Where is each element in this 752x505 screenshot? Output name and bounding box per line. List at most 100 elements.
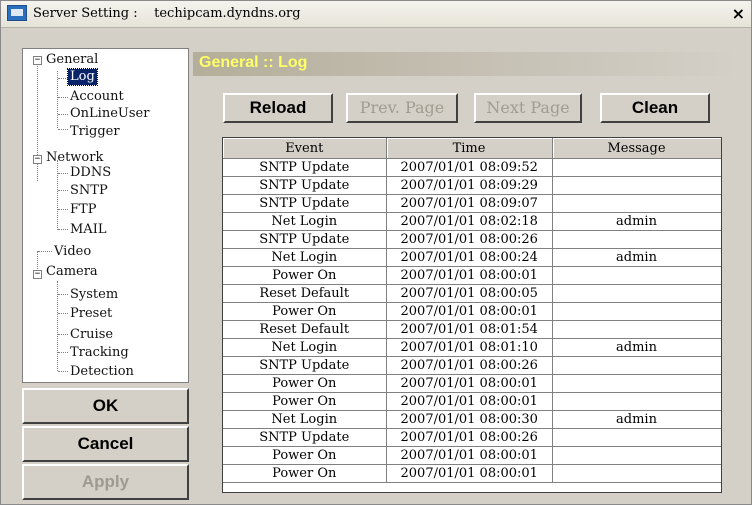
collapse-network-icon[interactable]: − bbox=[33, 155, 42, 164]
tree-item-system[interactable]: System bbox=[70, 287, 118, 303]
time-cell: 2007/01/01 08:09:52 bbox=[386, 158, 553, 177]
message-cell bbox=[552, 320, 721, 339]
message-cell bbox=[552, 464, 721, 483]
message-cell bbox=[552, 266, 721, 285]
tree-item-cruise[interactable]: Cruise bbox=[70, 327, 113, 343]
tree-item-sntp[interactable]: SNTP bbox=[70, 183, 108, 199]
message-cell bbox=[552, 176, 721, 195]
table-row[interactable]: Net Login 2007/01/01 08:00:24 admin bbox=[223, 248, 721, 267]
window-title: Server Setting : techipcam.dyndns.org bbox=[33, 6, 301, 21]
time-cell: 2007/01/01 08:00:05 bbox=[386, 284, 553, 303]
message-cell bbox=[552, 428, 721, 447]
message-cell: admin bbox=[552, 338, 721, 357]
table-row[interactable]: Net Login 2007/01/01 08:00:30 admin bbox=[223, 410, 721, 429]
event-cell: SNTP Update bbox=[223, 176, 387, 195]
clean-button[interactable]: Clean bbox=[600, 93, 710, 123]
collapse-general-icon[interactable]: − bbox=[33, 56, 42, 65]
event-cell: SNTP Update bbox=[223, 230, 387, 249]
monitor-icon bbox=[7, 5, 27, 21]
table-row[interactable]: Power On 2007/01/01 08:00:01 bbox=[223, 392, 721, 411]
title-bar[interactable]: Server Setting : techipcam.dyndns.org × bbox=[1, 1, 751, 28]
table-row[interactable]: SNTP Update 2007/01/01 08:09:52 bbox=[223, 158, 721, 177]
event-cell: SNTP Update bbox=[223, 428, 387, 447]
tree-item-account[interactable]: Account bbox=[70, 89, 124, 105]
tree-item-network[interactable]: Network bbox=[46, 150, 103, 166]
cancel-button[interactable]: Cancel bbox=[22, 426, 189, 462]
tree-item-camera[interactable]: Camera bbox=[46, 264, 98, 280]
table-row[interactable]: Power On 2007/01/01 08:00:01 bbox=[223, 446, 721, 465]
event-cell: SNTP Update bbox=[223, 194, 387, 213]
tree-item-ddns[interactable]: DDNS bbox=[70, 165, 111, 181]
event-cell: Reset Default bbox=[223, 284, 387, 303]
tree-item-preset[interactable]: Preset bbox=[70, 306, 112, 322]
tree-item-video[interactable]: Video bbox=[54, 244, 91, 260]
table-row[interactable]: Power On 2007/01/01 08:00:01 bbox=[223, 266, 721, 285]
event-cell: Power On bbox=[223, 392, 387, 411]
table-row[interactable]: Net Login 2007/01/01 08:02:18 admin bbox=[223, 212, 721, 231]
event-cell: Power On bbox=[223, 266, 387, 285]
table-row[interactable]: Power On 2007/01/01 08:00:01 bbox=[223, 464, 721, 483]
time-cell: 2007/01/01 08:00:01 bbox=[386, 392, 553, 411]
message-cell bbox=[552, 230, 721, 249]
table-row[interactable]: Power On 2007/01/01 08:00:01 bbox=[223, 374, 721, 393]
event-cell: Net Login bbox=[223, 212, 387, 231]
prev-page-button[interactable]: Prev. Page bbox=[346, 93, 458, 123]
event-cell: Power On bbox=[223, 302, 387, 321]
tree-item-onlineuser[interactable]: OnLineUser bbox=[70, 106, 149, 122]
ok-button[interactable]: OK bbox=[22, 388, 189, 424]
event-cell: SNTP Update bbox=[223, 158, 387, 177]
reload-button[interactable]: Reload bbox=[223, 93, 333, 123]
table-row[interactable]: Power On 2007/01/01 08:00:01 bbox=[223, 302, 721, 321]
table-row[interactable]: SNTP Update 2007/01/01 08:00:26 bbox=[223, 356, 721, 375]
collapse-camera-icon[interactable]: − bbox=[33, 270, 42, 279]
event-cell: Net Login bbox=[223, 248, 387, 267]
time-cell: 2007/01/01 08:01:54 bbox=[386, 320, 553, 339]
event-cell: Reset Default bbox=[223, 320, 387, 339]
column-header-message[interactable]: Message bbox=[552, 138, 721, 159]
table-row[interactable]: SNTP Update 2007/01/01 08:00:26 bbox=[223, 428, 721, 447]
event-cell: Net Login bbox=[223, 338, 387, 357]
time-cell: 2007/01/01 08:01:10 bbox=[386, 338, 553, 357]
tree-item-ftp[interactable]: FTP bbox=[70, 202, 96, 218]
time-cell: 2007/01/01 08:00:01 bbox=[386, 464, 553, 483]
settings-tree[interactable]: − General Log Account OnLineUser Trigger… bbox=[22, 48, 189, 383]
section-header: General :: Log bbox=[193, 52, 741, 76]
close-button[interactable]: × bbox=[732, 4, 745, 23]
column-header-event[interactable]: Event bbox=[223, 138, 387, 159]
table-row[interactable]: SNTP Update 2007/01/01 08:09:07 bbox=[223, 194, 721, 213]
message-cell bbox=[552, 302, 721, 321]
table-row[interactable]: SNTP Update 2007/01/01 08:00:26 bbox=[223, 230, 721, 249]
tree-item-detection[interactable]: Detection bbox=[70, 364, 134, 380]
next-page-button[interactable]: Next Page bbox=[474, 93, 582, 123]
time-cell: 2007/01/01 08:00:26 bbox=[386, 428, 553, 447]
server-setting-window: Server Setting : techipcam.dyndns.org × … bbox=[0, 0, 752, 505]
table-row[interactable]: Reset Default 2007/01/01 08:00:05 bbox=[223, 284, 721, 303]
tree-item-log[interactable]: Log bbox=[67, 68, 98, 86]
column-header-time[interactable]: Time bbox=[386, 138, 553, 159]
table-row[interactable]: SNTP Update 2007/01/01 08:09:29 bbox=[223, 176, 721, 195]
message-cell bbox=[552, 158, 721, 177]
time-cell: 2007/01/01 08:00:01 bbox=[386, 266, 553, 285]
time-cell: 2007/01/01 08:00:01 bbox=[386, 302, 553, 321]
tree-item-mail[interactable]: MAIL bbox=[70, 222, 106, 238]
message-cell bbox=[552, 392, 721, 411]
time-cell: 2007/01/01 08:09:07 bbox=[386, 194, 553, 213]
message-cell bbox=[552, 356, 721, 375]
apply-button[interactable]: Apply bbox=[22, 464, 189, 500]
time-cell: 2007/01/01 08:00:01 bbox=[386, 374, 553, 393]
time-cell: 2007/01/01 08:00:24 bbox=[386, 248, 553, 267]
message-cell bbox=[552, 194, 721, 213]
table-row[interactable]: Reset Default 2007/01/01 08:01:54 bbox=[223, 320, 721, 339]
log-table[interactable]: Event Time Message SNTP Update 2007/01/01… bbox=[222, 137, 722, 493]
time-cell: 2007/01/01 08:02:18 bbox=[386, 212, 553, 231]
message-cell bbox=[552, 374, 721, 393]
tree-item-tracking[interactable]: Tracking bbox=[70, 345, 129, 361]
message-cell bbox=[552, 446, 721, 465]
event-cell: Power On bbox=[223, 374, 387, 393]
table-row[interactable]: Net Login 2007/01/01 08:01:10 admin bbox=[223, 338, 721, 357]
event-cell: Power On bbox=[223, 464, 387, 483]
message-cell: admin bbox=[552, 248, 721, 267]
tree-item-trigger[interactable]: Trigger bbox=[70, 124, 120, 140]
tree-item-general[interactable]: General bbox=[46, 52, 98, 68]
time-cell: 2007/01/01 08:00:30 bbox=[386, 410, 553, 429]
